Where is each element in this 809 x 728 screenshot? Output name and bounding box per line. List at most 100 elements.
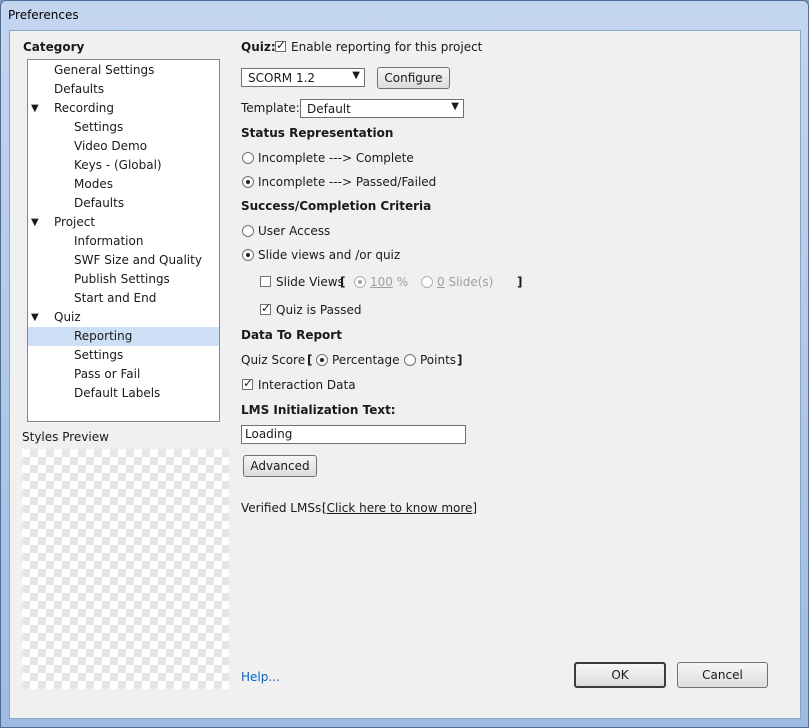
data-to-report-heading: Data To Report	[241, 328, 342, 342]
template-select[interactable]: Default ▼	[300, 99, 464, 118]
tree-item-label: SWF Size and Quality	[74, 253, 202, 267]
tree-item[interactable]: Default Labels	[28, 384, 219, 403]
tree-item-label: Defaults	[54, 82, 105, 96]
quiz-label: Quiz:	[241, 40, 276, 54]
score-bracket-open: [	[307, 353, 313, 367]
slide-views-label: Slide Views	[276, 275, 344, 289]
tree-item-label: Reporting	[74, 329, 133, 343]
lms-standard-select[interactable]: SCORM 1.2 ▼	[241, 68, 365, 87]
category-label: Category	[23, 40, 85, 54]
score-bracket-close: ]	[457, 353, 463, 367]
tree-item[interactable]: Modes	[28, 175, 219, 194]
advanced-button[interactable]: Advanced	[243, 455, 317, 477]
bracket-open: [	[340, 275, 346, 289]
tree-item[interactable]: Information	[28, 232, 219, 251]
status-representation-heading: Status Representation	[241, 126, 394, 140]
cancel-button[interactable]: Cancel	[677, 662, 768, 688]
verified-lms-link[interactable]: [Click here to know more]	[322, 501, 477, 515]
enable-reporting-label: Enable reporting for this project	[291, 40, 483, 54]
tree-item-label: Start and End	[74, 291, 157, 305]
verified-lms-label: Verified LMSs:	[241, 501, 326, 515]
slides-radio[interactable]	[421, 276, 433, 288]
tree-item-label: Modes	[74, 177, 113, 191]
percentage-radio[interactable]	[316, 354, 328, 366]
tree-item[interactable]: General Settings	[28, 61, 219, 80]
template-value: Default	[307, 102, 351, 116]
tree-item-label: Quiz	[54, 310, 81, 324]
tree-item-label: Keys - (Global)	[74, 158, 162, 172]
tree-item[interactable]: ▼ Quiz	[28, 308, 219, 327]
slides-number[interactable]: 0	[437, 275, 445, 289]
tree-item[interactable]: ▼ Project	[28, 213, 219, 232]
tree-item-label: General Settings	[54, 63, 155, 77]
lms-standard-value: SCORM 1.2	[248, 71, 316, 85]
tree-item-label: Pass or Fail	[74, 367, 141, 381]
chevron-down-icon: ▼	[451, 101, 459, 112]
tree-item[interactable]: SWF Size and Quality	[28, 251, 219, 270]
tree-item[interactable]: ▼ Recording	[28, 99, 219, 118]
configure-button[interactable]: Configure	[377, 67, 450, 89]
slide-views-quiz-label: Slide views and /or quiz	[258, 248, 401, 262]
triangle-down-icon[interactable]: ▼	[31, 308, 39, 327]
bracket-close: ]	[517, 275, 523, 289]
tree-item-label: Publish Settings	[74, 272, 170, 286]
help-link[interactable]: Help...	[241, 670, 280, 684]
tree-item-label: Defaults	[74, 196, 125, 210]
points-radio[interactable]	[404, 354, 416, 366]
tree-item-label: Video Demo	[74, 139, 148, 153]
tree-item[interactable]: Keys - (Global)	[28, 156, 219, 175]
quiz-passed-label: Quiz is Passed	[276, 303, 362, 317]
slide-views-checkbox[interactable]	[260, 276, 271, 287]
tree-item[interactable]: Publish Settings	[28, 270, 219, 289]
tree-item-label: Project	[54, 215, 96, 229]
styles-preview-label: Styles Preview	[22, 430, 109, 444]
percent-unit: %	[392, 275, 409, 289]
status-complete-label: Incomplete ---> Complete	[258, 151, 414, 165]
user-access-radio[interactable]	[242, 225, 254, 237]
percentage-label: Percentage	[332, 353, 400, 367]
status-complete-radio[interactable]	[242, 152, 254, 164]
tree-item-label: Recording	[54, 101, 115, 115]
status-passed-failed-radio[interactable]	[242, 176, 254, 188]
tree-item-label: Settings	[74, 120, 124, 134]
chevron-down-icon: ▼	[352, 70, 360, 81]
tree-item[interactable]: Settings	[28, 118, 219, 137]
tree-item[interactable]: Start and End	[28, 289, 219, 308]
title-bar[interactable]: Preferences	[1, 1, 808, 29]
tree-item[interactable]: Video Demo	[28, 137, 219, 156]
preferences-window: Preferences Category General Settings Def…	[0, 0, 809, 728]
triangle-down-icon[interactable]: ▼	[31, 213, 39, 232]
enable-reporting-checkbox[interactable]	[275, 38, 286, 52]
percent-value: 100 %	[370, 275, 408, 289]
quiz-score-label: Quiz Score	[241, 353, 306, 367]
tree-item-label: Settings	[74, 348, 124, 362]
percent-number[interactable]: 100	[370, 275, 393, 289]
lms-text-input[interactable]: Loading	[241, 425, 466, 444]
quiz-passed-checkbox[interactable]	[260, 301, 271, 315]
percent-radio[interactable]	[354, 276, 366, 288]
slides-value: 0 Slide(s)	[437, 275, 493, 289]
template-label: Template:	[241, 101, 300, 115]
tree-item[interactable]: Defaults	[28, 194, 219, 213]
lms-text-heading: LMS Initialization Text:	[241, 403, 396, 417]
dialog-client: Category General Settings Defaults ▼ Record…	[9, 30, 801, 719]
status-passed-failed-label: Incomplete ---> Passed/Failed	[258, 175, 437, 189]
interaction-data-checkbox[interactable]	[242, 376, 253, 390]
tree-item[interactable]: Defaults	[28, 80, 219, 99]
styles-preview	[22, 449, 229, 689]
criteria-heading: Success/Completion Criteria	[241, 199, 432, 213]
tree-item-label: Information	[74, 234, 144, 248]
slides-unit: Slide(s)	[444, 275, 494, 289]
user-access-label: User Access	[258, 224, 331, 238]
tree-item[interactable]: Reporting	[28, 327, 219, 346]
tree-item-label: Default Labels	[74, 386, 161, 400]
slide-views-quiz-radio[interactable]	[242, 249, 254, 261]
points-label: Points	[420, 353, 457, 367]
triangle-down-icon[interactable]: ▼	[31, 99, 39, 118]
tree-item[interactable]: Pass or Fail	[28, 365, 219, 384]
window-title: Preferences	[8, 8, 79, 22]
category-tree[interactable]: General Settings Defaults ▼ Recording Settin…	[27, 59, 220, 422]
ok-button[interactable]: OK	[574, 662, 666, 688]
interaction-data-label: Interaction Data	[258, 378, 356, 392]
tree-item[interactable]: Settings	[28, 346, 219, 365]
